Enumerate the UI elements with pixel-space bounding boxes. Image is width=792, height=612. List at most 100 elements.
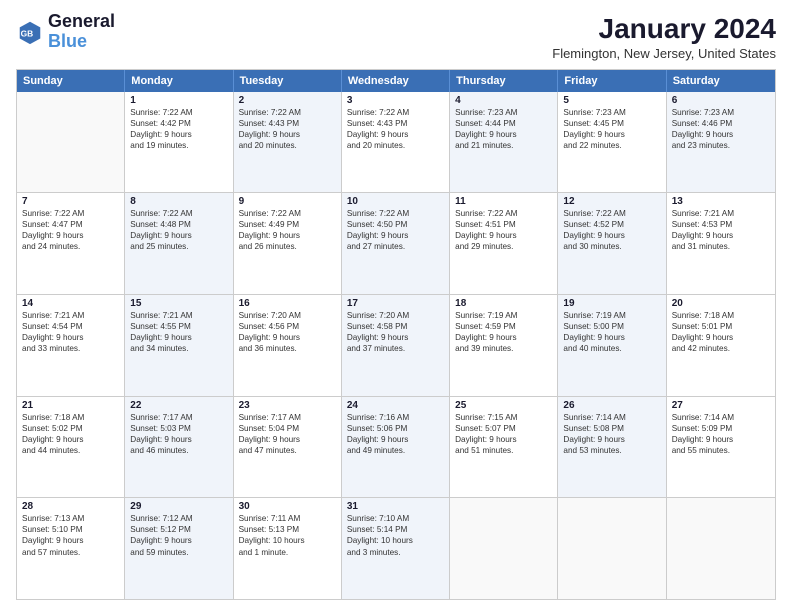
cell-line: Daylight: 9 hours bbox=[130, 535, 227, 546]
cell-line: Sunrise: 7:22 AM bbox=[130, 107, 227, 118]
calendar-cell: 1Sunrise: 7:22 AMSunset: 4:42 PMDaylight… bbox=[125, 92, 233, 193]
cell-line: Daylight: 9 hours bbox=[672, 434, 770, 445]
cell-line: Daylight: 9 hours bbox=[455, 230, 552, 241]
day-number: 19 bbox=[563, 298, 660, 309]
cell-line: Daylight: 9 hours bbox=[455, 434, 552, 445]
calendar-cell: 4Sunrise: 7:23 AMSunset: 4:44 PMDaylight… bbox=[450, 92, 558, 193]
cell-line: and 19 minutes. bbox=[130, 140, 227, 151]
title-block: January 2024 Flemington, New Jersey, Uni… bbox=[552, 12, 776, 61]
cell-line: Daylight: 9 hours bbox=[22, 230, 119, 241]
cell-line: Sunset: 4:43 PM bbox=[239, 118, 336, 129]
day-number: 2 bbox=[239, 95, 336, 106]
calendar-cell bbox=[450, 498, 558, 599]
day-number: 9 bbox=[239, 196, 336, 207]
cell-line: Sunset: 4:45 PM bbox=[563, 118, 660, 129]
cell-line: Sunrise: 7:14 AM bbox=[672, 412, 770, 423]
cell-line: Sunset: 5:12 PM bbox=[130, 524, 227, 535]
cell-line: and 39 minutes. bbox=[455, 343, 552, 354]
calendar-cell: 22Sunrise: 7:17 AMSunset: 5:03 PMDayligh… bbox=[125, 397, 233, 498]
cell-line: Sunrise: 7:21 AM bbox=[130, 310, 227, 321]
cell-line: Sunset: 4:52 PM bbox=[563, 219, 660, 230]
cell-line: and 1 minute. bbox=[239, 547, 336, 558]
cell-line: Sunrise: 7:13 AM bbox=[22, 513, 119, 524]
cell-line: Sunset: 4:53 PM bbox=[672, 219, 770, 230]
cell-line: Sunset: 4:51 PM bbox=[455, 219, 552, 230]
calendar-cell: 2Sunrise: 7:22 AMSunset: 4:43 PMDaylight… bbox=[234, 92, 342, 193]
cell-line: Daylight: 9 hours bbox=[239, 434, 336, 445]
svg-text:GB: GB bbox=[21, 28, 34, 38]
logo: GB General Blue bbox=[16, 12, 115, 52]
cell-line: and 26 minutes. bbox=[239, 241, 336, 252]
cell-line: Sunrise: 7:22 AM bbox=[563, 208, 660, 219]
calendar-cell: 25Sunrise: 7:15 AMSunset: 5:07 PMDayligh… bbox=[450, 397, 558, 498]
day-number: 17 bbox=[347, 298, 444, 309]
day-number: 11 bbox=[455, 196, 552, 207]
day-number: 12 bbox=[563, 196, 660, 207]
day-number: 22 bbox=[130, 400, 227, 411]
calendar: SundayMondayTuesdayWednesdayThursdayFrid… bbox=[16, 69, 776, 600]
cell-line: and 33 minutes. bbox=[22, 343, 119, 354]
calendar-cell: 16Sunrise: 7:20 AMSunset: 4:56 PMDayligh… bbox=[234, 295, 342, 396]
cell-line: Sunset: 4:59 PM bbox=[455, 321, 552, 332]
calendar-cell: 6Sunrise: 7:23 AMSunset: 4:46 PMDaylight… bbox=[667, 92, 775, 193]
day-number: 30 bbox=[239, 501, 336, 512]
cell-line: and 27 minutes. bbox=[347, 241, 444, 252]
cell-line: Sunrise: 7:14 AM bbox=[563, 412, 660, 423]
cell-line: Sunset: 4:58 PM bbox=[347, 321, 444, 332]
cell-line: Daylight: 9 hours bbox=[130, 129, 227, 140]
cell-line: Daylight: 9 hours bbox=[347, 129, 444, 140]
cell-line: and 29 minutes. bbox=[455, 241, 552, 252]
cell-line: Daylight: 9 hours bbox=[22, 535, 119, 546]
cell-line: Daylight: 9 hours bbox=[455, 129, 552, 140]
cell-line: and 34 minutes. bbox=[130, 343, 227, 354]
calendar-body: 1Sunrise: 7:22 AMSunset: 4:42 PMDaylight… bbox=[17, 92, 775, 599]
calendar-row: 28Sunrise: 7:13 AMSunset: 5:10 PMDayligh… bbox=[17, 498, 775, 599]
cell-line: Sunset: 4:50 PM bbox=[347, 219, 444, 230]
calendar-cell: 3Sunrise: 7:22 AMSunset: 4:43 PMDaylight… bbox=[342, 92, 450, 193]
page: GB General Blue January 2024 Flemington,… bbox=[0, 0, 792, 612]
day-number: 5 bbox=[563, 95, 660, 106]
calendar-cell: 9Sunrise: 7:22 AMSunset: 4:49 PMDaylight… bbox=[234, 193, 342, 294]
cell-line: Sunset: 4:42 PM bbox=[130, 118, 227, 129]
calendar-header-cell: Thursday bbox=[450, 70, 558, 92]
cell-line: Sunset: 5:09 PM bbox=[672, 423, 770, 434]
calendar-cell: 12Sunrise: 7:22 AMSunset: 4:52 PMDayligh… bbox=[558, 193, 666, 294]
day-number: 1 bbox=[130, 95, 227, 106]
cell-line: and 22 minutes. bbox=[563, 140, 660, 151]
cell-line: Daylight: 9 hours bbox=[563, 434, 660, 445]
calendar-cell: 28Sunrise: 7:13 AMSunset: 5:10 PMDayligh… bbox=[17, 498, 125, 599]
cell-line: Daylight: 9 hours bbox=[130, 434, 227, 445]
cell-line: Sunrise: 7:22 AM bbox=[22, 208, 119, 219]
day-number: 18 bbox=[455, 298, 552, 309]
cell-line: Sunrise: 7:19 AM bbox=[563, 310, 660, 321]
calendar-cell: 30Sunrise: 7:11 AMSunset: 5:13 PMDayligh… bbox=[234, 498, 342, 599]
cell-line: Daylight: 9 hours bbox=[563, 332, 660, 343]
cell-line: and 57 minutes. bbox=[22, 547, 119, 558]
cell-line: and 31 minutes. bbox=[672, 241, 770, 252]
day-number: 13 bbox=[672, 196, 770, 207]
cell-line: Sunrise: 7:23 AM bbox=[455, 107, 552, 118]
calendar-cell: 24Sunrise: 7:16 AMSunset: 5:06 PMDayligh… bbox=[342, 397, 450, 498]
cell-line: Sunset: 4:44 PM bbox=[455, 118, 552, 129]
day-number: 16 bbox=[239, 298, 336, 309]
cell-line: and 40 minutes. bbox=[563, 343, 660, 354]
calendar-row: 14Sunrise: 7:21 AMSunset: 4:54 PMDayligh… bbox=[17, 295, 775, 397]
calendar-cell: 11Sunrise: 7:22 AMSunset: 4:51 PMDayligh… bbox=[450, 193, 558, 294]
cell-line: Sunset: 4:47 PM bbox=[22, 219, 119, 230]
cell-line: Sunset: 5:13 PM bbox=[239, 524, 336, 535]
calendar-header-cell: Tuesday bbox=[234, 70, 342, 92]
cell-line: Sunrise: 7:23 AM bbox=[563, 107, 660, 118]
day-number: 28 bbox=[22, 501, 119, 512]
cell-line: Daylight: 9 hours bbox=[672, 129, 770, 140]
cell-line: Sunset: 4:54 PM bbox=[22, 321, 119, 332]
calendar-header-cell: Wednesday bbox=[342, 70, 450, 92]
cell-line: Sunset: 4:49 PM bbox=[239, 219, 336, 230]
calendar-cell bbox=[558, 498, 666, 599]
cell-line: Sunset: 5:00 PM bbox=[563, 321, 660, 332]
calendar-header-cell: Monday bbox=[125, 70, 233, 92]
cell-line: Daylight: 9 hours bbox=[563, 230, 660, 241]
cell-line: Sunset: 5:08 PM bbox=[563, 423, 660, 434]
cell-line: Sunrise: 7:15 AM bbox=[455, 412, 552, 423]
cell-line: and 30 minutes. bbox=[563, 241, 660, 252]
cell-line: Sunset: 4:55 PM bbox=[130, 321, 227, 332]
